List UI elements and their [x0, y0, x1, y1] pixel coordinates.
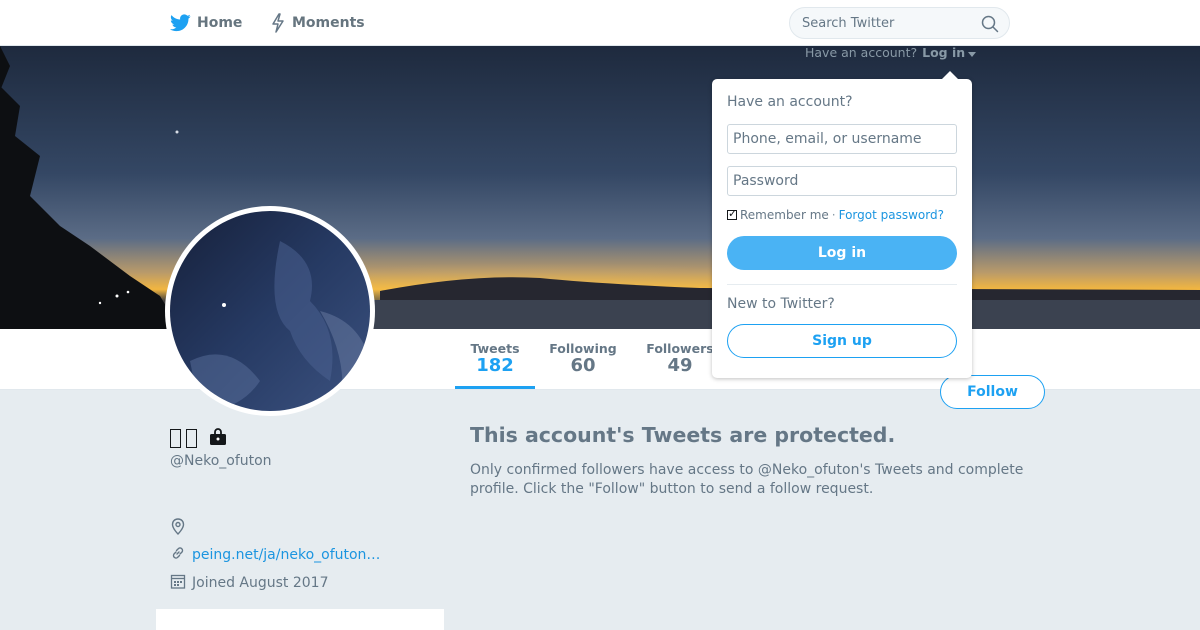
stat-following-value: 60 [570, 355, 596, 376]
stat-tweets-label: Tweets [470, 341, 520, 356]
login-dropdown: Have an account? Remember me · Forgot pa… [712, 71, 972, 378]
top-nav-bar: Home Moments [0, 0, 1200, 46]
twitter-bird-icon [170, 14, 191, 32]
password-field[interactable] [727, 166, 957, 196]
profile-url-link[interactable]: peing.net/ja/neko_ofuton… [192, 547, 380, 563]
login-button[interactable]: Log in [727, 236, 957, 270]
name-glyph-box [170, 428, 181, 448]
stat-followers[interactable]: Followers 49 [640, 329, 720, 390]
search-box[interactable] [789, 7, 1010, 39]
stat-following[interactable]: Following 60 [543, 329, 623, 390]
avatar[interactable] [165, 206, 375, 416]
remember-me-label: Remember me [740, 208, 829, 222]
dropdown-divider [727, 284, 957, 285]
nav-moments-label: Moments [292, 15, 365, 31]
stat-followers-label: Followers [646, 341, 714, 356]
lock-icon [209, 426, 227, 450]
profile-location [170, 518, 192, 540]
follow-button[interactable]: Follow [940, 375, 1045, 409]
protected-title: This account's Tweets are protected. [470, 423, 896, 447]
profile-url: peing.net/ja/neko_ofuton… [170, 545, 380, 565]
profile-name [170, 426, 227, 450]
stat-tweets[interactable]: Tweets 182 [455, 329, 535, 389]
remember-me-checkbox[interactable] [727, 207, 737, 220]
stat-tweets-value: 182 [476, 355, 514, 376]
link-icon [170, 545, 186, 565]
moments-bolt-icon [270, 13, 286, 33]
nav-home[interactable]: Home [170, 0, 242, 46]
stat-following-label: Following [549, 341, 617, 356]
new-to-twitter-prompt: New to Twitter? [727, 296, 835, 312]
search-input[interactable] [802, 15, 972, 31]
name-glyph-box [186, 428, 197, 448]
login-toggle-label: Log in [922, 45, 966, 60]
sidebar-card [156, 609, 444, 630]
have-account-prompt: Have an account? [805, 45, 918, 60]
stat-followers-value: 49 [667, 355, 693, 376]
nav-moments[interactable]: Moments [270, 0, 365, 46]
have-account-bar: Have an account? Log in [805, 45, 977, 60]
profile-handle: @Neko_ofuton [170, 453, 272, 469]
search-icon[interactable] [981, 15, 999, 37]
calendar-icon [170, 573, 186, 593]
nav-home-label: Home [197, 15, 243, 31]
forgot-password-link[interactable]: Forgot password? [839, 208, 944, 222]
login-dropdown-toggle[interactable]: Log in [922, 45, 977, 60]
avatar-image [170, 211, 370, 411]
location-pin-icon [170, 518, 186, 540]
login-dropdown-heading: Have an account? [727, 94, 853, 110]
remember-row: Remember me · Forgot password? [727, 207, 944, 222]
profile-joined: Joined August 2017 [170, 573, 328, 593]
username-field[interactable] [727, 124, 957, 154]
caret-down-icon [968, 45, 977, 60]
protected-body: Only confirmed followers have access to … [470, 462, 1024, 497]
signup-button[interactable]: Sign up [727, 324, 957, 358]
separator-dot: · [831, 208, 836, 222]
profile-joined-text: Joined August 2017 [192, 575, 329, 591]
